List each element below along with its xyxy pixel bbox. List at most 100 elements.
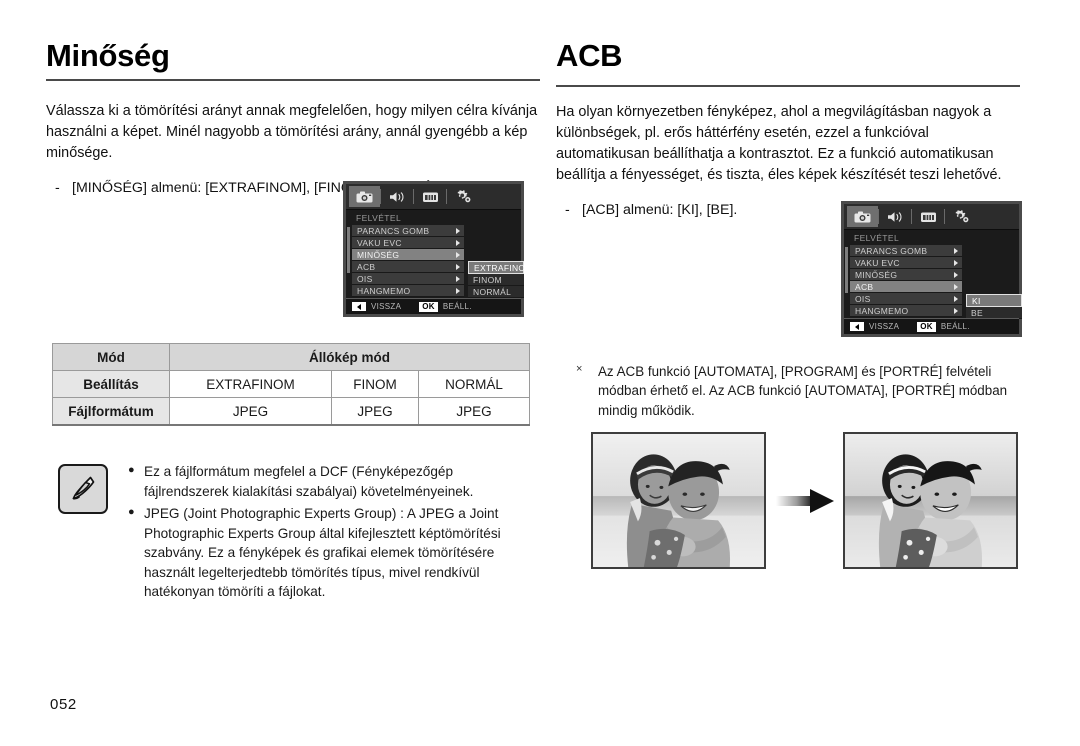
chevron-right-icon — [456, 287, 460, 294]
menu-item-minoseg[interactable]: MINŐSÉG — [850, 269, 962, 281]
table-header-mod: Mód — [52, 343, 170, 371]
lcd-tab-bar-left — [346, 184, 521, 210]
page-title-minoseg: Minőség — [46, 38, 170, 73]
lcd-title-right: FELVÉTEL — [854, 233, 900, 243]
menu-item-acb[interactable]: ACB — [850, 281, 962, 293]
tab-display[interactable] — [911, 206, 944, 227]
tab-settings[interactable] — [446, 186, 479, 207]
note-text-dcf: Ez a fájlformátum megfelel a DCF (Fényké… — [144, 464, 474, 499]
menu-item-label: HANGMEMO — [357, 285, 411, 296]
menu-item-label: HANGMEMO — [855, 305, 909, 316]
lcd-title-left: FELVÉTEL — [356, 213, 402, 223]
lcd-submenu-left: EXTRAFINOM FINOM NORMÁL — [468, 261, 532, 298]
heading-rule-right — [556, 84, 1020, 87]
row-label-beallitas: Beállítás — [52, 370, 170, 398]
lcd-footer-right: VISSZA OK BEÁLL. — [844, 318, 1019, 334]
list-item: ● Ez a fájlformátum megfelel a DCF (Fény… — [128, 462, 538, 501]
ok-button[interactable]: OK — [917, 321, 936, 332]
menu-item-hangmemo[interactable]: HANGMEMO — [850, 305, 962, 317]
table-row: Beállítás EXTRAFINOM FINOM NORMÁL — [52, 370, 530, 398]
menu-item-acb[interactable]: ACB — [352, 261, 464, 273]
sample-photo-after — [843, 432, 1018, 569]
chevron-right-icon — [954, 295, 958, 302]
back-button-icon[interactable] — [850, 322, 864, 331]
lcd-screen-acb: FELVÉTEL PARANCS GOMB VAKU EVC MINŐSÉG A… — [841, 201, 1022, 337]
menu-item-label: PARANCS GOMB — [357, 225, 430, 236]
lcd-scrollbar-right[interactable] — [845, 247, 848, 293]
cell-fajlformatum-3: JPEG — [418, 397, 530, 426]
right-arrow-graphic — [776, 488, 834, 514]
menu-item-parancs-gomb[interactable]: PARANCS GOMB — [850, 245, 962, 257]
left-column: Minőség Válassza ki a tömörítési arányt … — [46, 38, 540, 198]
dash-marker: - — [565, 201, 570, 218]
table-header-allokep-mod: Állókép mód — [169, 343, 530, 371]
chevron-right-icon — [456, 251, 460, 258]
page-number: 052 — [50, 696, 77, 713]
cell-fajlformatum-1: JPEG — [169, 397, 332, 426]
chevron-right-icon — [456, 275, 460, 282]
tab-settings[interactable] — [944, 206, 977, 227]
ok-button[interactable]: OK — [419, 301, 438, 312]
row-label-fajlformatum: Fájlformátum — [52, 397, 170, 426]
tab-display[interactable] — [413, 186, 446, 207]
lcd-body-left: PARANCS GOMB VAKU EVC MINŐSÉG ACB OIS HA… — [346, 225, 532, 298]
footer-back-label: VISSZA — [869, 322, 900, 331]
table-header-row: Mód Állókép mód — [52, 343, 530, 371]
submenu-item-extrafinom[interactable]: EXTRAFINOM — [468, 261, 532, 274]
menu-item-label: MINŐSÉG — [357, 249, 400, 260]
menu-item-vaku-evc[interactable]: VAKU EVC — [352, 237, 464, 249]
menu-item-label: ACB — [855, 281, 874, 292]
chevron-right-icon — [954, 307, 958, 314]
lcd-scrollbar-left[interactable] — [347, 227, 350, 273]
submenu-item-finom[interactable]: FINOM — [468, 274, 524, 286]
menu-item-label: MINŐSÉG — [855, 269, 898, 280]
menu-item-minoseg[interactable]: MINŐSÉG — [352, 249, 464, 261]
note-list: ● Ez a fájlformátum megfelel a DCF (Fény… — [128, 460, 538, 605]
submenu-item-normal[interactable]: NORMÁL — [468, 286, 524, 298]
lcd-menu-list-left: PARANCS GOMB VAKU EVC MINŐSÉG ACB OIS HA… — [352, 225, 464, 297]
page-title-acb: ACB — [556, 38, 623, 73]
note-pen-icon — [58, 464, 108, 514]
cell-beallitas-2: FINOM — [330, 370, 420, 398]
chevron-right-icon — [954, 271, 958, 278]
menu-item-parancs-gomb[interactable]: PARANCS GOMB — [352, 225, 464, 237]
heading-rule-left — [46, 78, 540, 81]
chevron-right-icon — [456, 227, 460, 234]
menu-item-ois[interactable]: OIS — [850, 293, 962, 305]
lcd-footer-left: VISSZA OK BEÁLL. — [346, 298, 521, 314]
cell-beallitas-1: EXTRAFINOM — [169, 370, 332, 398]
tab-camera[interactable] — [847, 206, 878, 227]
note-text-jpeg: JPEG (Joint Photographic Experts Group) … — [144, 506, 501, 600]
tab-sound[interactable] — [878, 206, 911, 227]
acb-availability-note: × Az ACB funkció [AUTOMATA], [PROGRAM] é… — [576, 362, 1026, 420]
cell-beallitas-3: NORMÁL — [418, 370, 530, 398]
menu-item-label: OIS — [357, 273, 373, 284]
lcd-screen-quality: FELVÉTEL PARANCS GOMB VAKU EVC MINŐSÉG A… — [343, 181, 532, 317]
dash-marker: - — [55, 179, 60, 196]
asterisk-marker: × — [576, 363, 583, 375]
back-button-icon[interactable] — [352, 302, 366, 311]
menu-item-label: OIS — [855, 293, 871, 304]
lcd-submenu-right: KI BE — [966, 294, 1022, 319]
tab-sound[interactable] — [380, 186, 413, 207]
chevron-right-icon — [954, 283, 958, 290]
submenu-item-ki[interactable]: KI — [966, 294, 1022, 307]
quality-spec-table: Mód Állókép mód Beállítás EXTRAFINOM FIN… — [52, 343, 530, 426]
left-intro-paragraph: Válassza ki a tömörítési arányt annak me… — [46, 102, 538, 161]
menu-item-ois[interactable]: OIS — [352, 273, 464, 285]
lcd-tab-bar-right — [844, 204, 1019, 230]
cell-fajlformatum-2: JPEG — [330, 397, 420, 426]
footer-set-label: BEÁLL. — [442, 302, 472, 311]
lcd-body-right: PARANCS GOMB VAKU EVC MINŐSÉG ACB OIS HA… — [844, 245, 1022, 319]
tab-camera[interactable] — [349, 186, 380, 207]
lcd-menu-list-right: PARANCS GOMB VAKU EVC MINŐSÉG ACB OIS HA… — [850, 245, 962, 317]
bullet-icon: ● — [128, 506, 135, 519]
chevron-right-icon — [954, 259, 958, 266]
menu-item-hangmemo[interactable]: HANGMEMO — [352, 285, 464, 297]
chevron-right-icon — [954, 247, 958, 254]
right-column: ACB Ha olyan környezetben fényképez, aho… — [556, 38, 1020, 220]
menu-item-vaku-evc[interactable]: VAKU EVC — [850, 257, 962, 269]
menu-item-label: PARANCS GOMB — [855, 245, 928, 256]
menu-item-label: VAKU EVC — [357, 237, 402, 248]
footer-back-label: VISSZA — [371, 302, 402, 311]
